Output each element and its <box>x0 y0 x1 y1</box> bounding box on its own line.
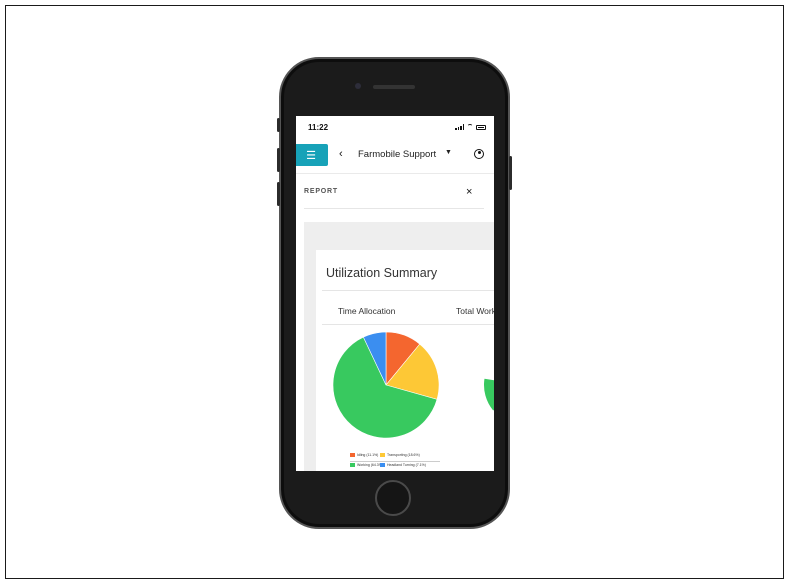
legend-swatch <box>380 453 385 457</box>
top-nav: ☰ ‹ Farmobile Support ▼ <box>296 144 494 168</box>
volume-up-button <box>277 148 280 172</box>
report-title: REPORT <box>304 188 338 195</box>
earpiece-speaker <box>373 85 415 89</box>
status-icons <box>455 124 486 130</box>
close-icon[interactable]: × <box>466 186 472 198</box>
legend-label: Idling (11.1%) <box>357 453 379 457</box>
total-work-chart-partial <box>484 378 494 411</box>
time-allocation-pie-chart <box>332 331 494 439</box>
legend-item-transporting: Transporting (18.6%) <box>380 453 420 457</box>
legend-item-headland-turning: Headland Turning (7.1%) <box>380 463 426 467</box>
chevron-left-icon[interactable]: ‹ <box>339 148 343 160</box>
legend-swatch <box>380 463 385 467</box>
silent-switch <box>277 118 280 132</box>
power-button <box>509 156 512 190</box>
legend-divider <box>350 461 440 462</box>
front-camera <box>355 83 361 89</box>
legend-label: Transporting (18.6%) <box>387 453 420 457</box>
caret-down-icon[interactable]: ▼ <box>445 149 452 156</box>
hamburger-icon: ☰ <box>306 149 316 162</box>
utilization-card: Utilization Summary Time Allocation Tota… <box>316 250 494 471</box>
legend-swatch <box>350 453 355 457</box>
report-header: REPORT × <box>296 173 494 208</box>
home-button[interactable] <box>375 480 411 516</box>
volume-down-button <box>277 182 280 206</box>
legend-swatch <box>350 463 355 467</box>
menu-button[interactable]: ☰ <box>296 144 328 166</box>
phone-screen: 11:22 ☰ ‹ Farmobile Support ▼ REPORT × U… <box>296 116 494 471</box>
legend-item-working: Working (64.3%) <box>350 463 383 467</box>
status-time: 11:22 <box>308 123 329 132</box>
legend-item-idling: Idling (11.1%) <box>350 453 378 457</box>
user-circle-icon[interactable] <box>474 149 484 159</box>
wifi-icon <box>467 124 473 130</box>
status-bar: 11:22 <box>296 116 494 140</box>
organization-selector[interactable]: Farmobile Support <box>358 149 436 160</box>
divider <box>304 208 484 209</box>
legend-label: Headland Turning (7.1%) <box>387 463 426 467</box>
battery-icon <box>476 124 486 130</box>
cellular-signal-icon <box>455 124 464 130</box>
